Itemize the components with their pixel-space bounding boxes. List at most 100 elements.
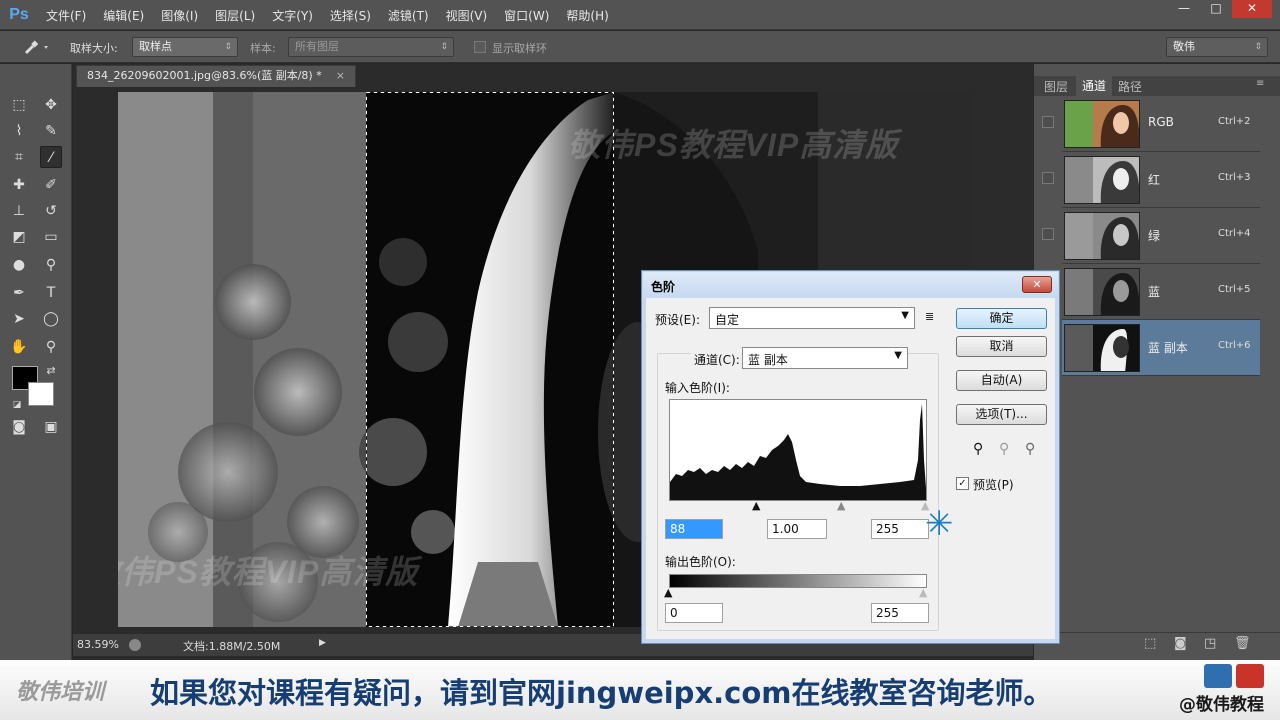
tab-paths[interactable]: 路径 bbox=[1118, 78, 1142, 95]
channels-panel: 图层 通道 路径 ≡ RGB Ctrl+2 红 Ctrl+3 绿 Ctrl+4 … bbox=[1034, 64, 1280, 660]
save-selection-icon[interactable]: ◙ bbox=[1174, 636, 1187, 651]
menu-view[interactable]: 视图(V) bbox=[446, 7, 488, 24]
load-selection-icon[interactable]: ⬚ bbox=[1144, 636, 1156, 651]
screen-mode-icon[interactable]: ▣ bbox=[40, 416, 62, 438]
input-gamma-value: 1.00 bbox=[772, 522, 799, 536]
preset-select[interactable]: 自定 ▼ bbox=[709, 307, 915, 329]
zoom-level[interactable]: 83.59% bbox=[77, 638, 119, 651]
panel-menu-icon[interactable]: ≡ bbox=[1256, 78, 1264, 89]
eyedropper-tool-icon[interactable]: ⁄ bbox=[40, 146, 62, 168]
pen-tool-icon[interactable]: ✒ bbox=[8, 282, 30, 304]
channel-row-rgb[interactable]: RGB Ctrl+2 bbox=[1042, 96, 1260, 152]
dodge-tool-icon[interactable]: ⚲ bbox=[40, 254, 62, 276]
white-eyedropper-icon[interactable]: ⚲ bbox=[1025, 441, 1035, 457]
output-black-field[interactable]: 0 bbox=[665, 603, 723, 623]
minimize-button[interactable]: — bbox=[1168, 0, 1200, 18]
panel-tabs: 图层 通道 路径 ≡ bbox=[1034, 76, 1280, 96]
quick-mask-icon[interactable]: ◙ bbox=[8, 416, 30, 438]
sample-select[interactable]: 所有图层 ⇕ bbox=[288, 37, 454, 57]
input-black-field[interactable]: 88 bbox=[665, 519, 723, 539]
visibility-toggle[interactable] bbox=[1042, 228, 1054, 240]
menu-layer[interactable]: 图层(L) bbox=[215, 7, 255, 24]
menu-window[interactable]: 窗口(W) bbox=[504, 7, 549, 24]
hand-tool-icon[interactable]: ✋ bbox=[8, 336, 30, 358]
gamma-slider-icon[interactable]: ▲ bbox=[837, 499, 845, 512]
dialog-titlebar[interactable]: 色阶 ✕ bbox=[643, 272, 1058, 298]
cancel-button[interactable]: 取消 bbox=[956, 336, 1047, 357]
options-button[interactable]: 选项(T)... bbox=[956, 404, 1047, 425]
weibo-handle: @敬伟教程 bbox=[1179, 695, 1264, 715]
lasso-tool-icon[interactable]: ⌇ bbox=[8, 120, 30, 142]
input-gamma-field[interactable]: 1.00 bbox=[767, 519, 827, 539]
visibility-toggle[interactable] bbox=[1042, 116, 1054, 128]
gray-eyedropper-icon[interactable]: ⚲ bbox=[999, 441, 1009, 457]
banner-logo: 敬伟培训 bbox=[16, 679, 105, 704]
preset-options-icon[interactable]: ≣ bbox=[925, 310, 934, 323]
output-white-field[interactable]: 255 bbox=[871, 603, 929, 623]
channel-select[interactable]: 蓝 副本 ▼ bbox=[742, 347, 908, 369]
crop-tool-icon[interactable]: ⌗ bbox=[8, 146, 30, 168]
menu-help[interactable]: 帮助(H) bbox=[566, 7, 608, 24]
tab-channels[interactable]: 通道 bbox=[1076, 76, 1113, 96]
dialog-close-button[interactable]: ✕ bbox=[1022, 276, 1052, 293]
menu-type[interactable]: 文字(Y) bbox=[272, 7, 313, 24]
close-tab-icon[interactable]: × bbox=[336, 69, 345, 82]
maximize-button[interactable]: □ bbox=[1200, 0, 1232, 18]
menu-select[interactable]: 选择(S) bbox=[330, 7, 371, 24]
ok-button[interactable]: 确定 bbox=[956, 308, 1047, 329]
window-controls: — □ ✕ bbox=[1168, 0, 1272, 18]
blur-tool-icon[interactable]: ● bbox=[8, 254, 30, 276]
input-white-field[interactable]: 255 bbox=[871, 519, 929, 539]
zoom-tool-icon[interactable]: ⚲ bbox=[40, 336, 62, 358]
workspace-select[interactable]: 敬伟 ⇕ bbox=[1166, 37, 1268, 57]
menu-image[interactable]: 图像(I) bbox=[161, 7, 198, 24]
status-menu-icon[interactable] bbox=[129, 639, 141, 651]
input-black-value: 88 bbox=[670, 522, 686, 536]
healing-brush-tool-icon[interactable]: ✚ bbox=[8, 174, 30, 196]
path-select-tool-icon[interactable]: ➤ bbox=[8, 308, 30, 330]
sample-size-select[interactable]: 取样点 ⇕ bbox=[132, 37, 238, 57]
channel-row-green[interactable]: 绿 Ctrl+4 bbox=[1042, 208, 1260, 264]
new-channel-icon[interactable]: ◳ bbox=[1204, 636, 1216, 651]
close-window-button[interactable]: ✕ bbox=[1232, 0, 1272, 18]
options-bar: 取样大小: 取样点 ⇕ 样本: 所有图层 ⇕ 显示取样环 敬伟 ⇕ bbox=[0, 31, 1280, 63]
document-tab[interactable]: 834_26209602001.jpg@83.6%(蓝 副本/8) * × bbox=[76, 65, 356, 87]
visibility-toggle[interactable] bbox=[1042, 172, 1054, 184]
channel-row-red[interactable]: 红 Ctrl+3 bbox=[1042, 152, 1260, 208]
show-ring-checkbox[interactable] bbox=[474, 41, 486, 53]
eyedropper-icon[interactable] bbox=[22, 39, 52, 55]
workspace-value: 敬伟 bbox=[1173, 40, 1195, 53]
gradient-tool-icon[interactable]: ▭ bbox=[40, 226, 62, 248]
history-brush-tool-icon[interactable]: ↺ bbox=[40, 200, 62, 222]
menu-edit[interactable]: 编辑(E) bbox=[103, 7, 144, 24]
eraser-tool-icon[interactable]: ◩ bbox=[8, 226, 30, 248]
tab-layers[interactable]: 图层 bbox=[1044, 78, 1068, 95]
black-point-slider-icon[interactable]: ▲ bbox=[752, 499, 760, 512]
channel-name: 蓝 bbox=[1148, 285, 1161, 299]
marquee-tool-icon[interactable]: ⬚ bbox=[8, 94, 30, 116]
trash-icon[interactable]: 🗑 bbox=[1234, 636, 1251, 651]
black-eyedropper-icon[interactable]: ⚲ bbox=[973, 441, 983, 457]
ellipse-tool-icon[interactable]: ◯ bbox=[40, 308, 62, 330]
output-white-slider-icon[interactable]: ▲ bbox=[919, 586, 927, 599]
preview-checkbox[interactable]: ✓ bbox=[956, 477, 969, 490]
menu-filter[interactable]: 滤镜(T) bbox=[388, 7, 429, 24]
menu-file[interactable]: 文件(F) bbox=[46, 7, 86, 24]
tutorial-banner: 敬伟培训 如果您对课程有疑问，请到官网jingweipx.com在线教室咨询老师… bbox=[0, 660, 1280, 720]
brush-tool-icon[interactable]: ✐ bbox=[40, 174, 62, 196]
swap-colors-icon[interactable]: ⇄ bbox=[40, 360, 62, 382]
clone-stamp-tool-icon[interactable]: ⊥ bbox=[8, 200, 30, 222]
type-tool-icon[interactable]: T bbox=[40, 282, 62, 304]
output-black-slider-icon[interactable]: ▲ bbox=[664, 586, 672, 599]
quick-select-tool-icon[interactable]: ✎ bbox=[40, 120, 62, 142]
qq-icon bbox=[1204, 664, 1232, 688]
default-colors-icon[interactable]: ◪ bbox=[6, 394, 28, 416]
channel-row-blue[interactable]: 蓝 Ctrl+5 bbox=[1062, 264, 1260, 320]
channel-row-blue-copy[interactable]: 蓝 副本 Ctrl+6 bbox=[1062, 320, 1260, 376]
auto-button[interactable]: 自动(A) bbox=[956, 370, 1047, 391]
document-size: 文档:1.88M/2.50M bbox=[183, 640, 281, 653]
move-tool-icon[interactable]: ✥ bbox=[40, 94, 62, 116]
channel-thumbnail bbox=[1064, 324, 1140, 372]
status-arrow-icon[interactable]: ▶ bbox=[319, 638, 326, 648]
background-color-swatch[interactable] bbox=[28, 382, 54, 406]
